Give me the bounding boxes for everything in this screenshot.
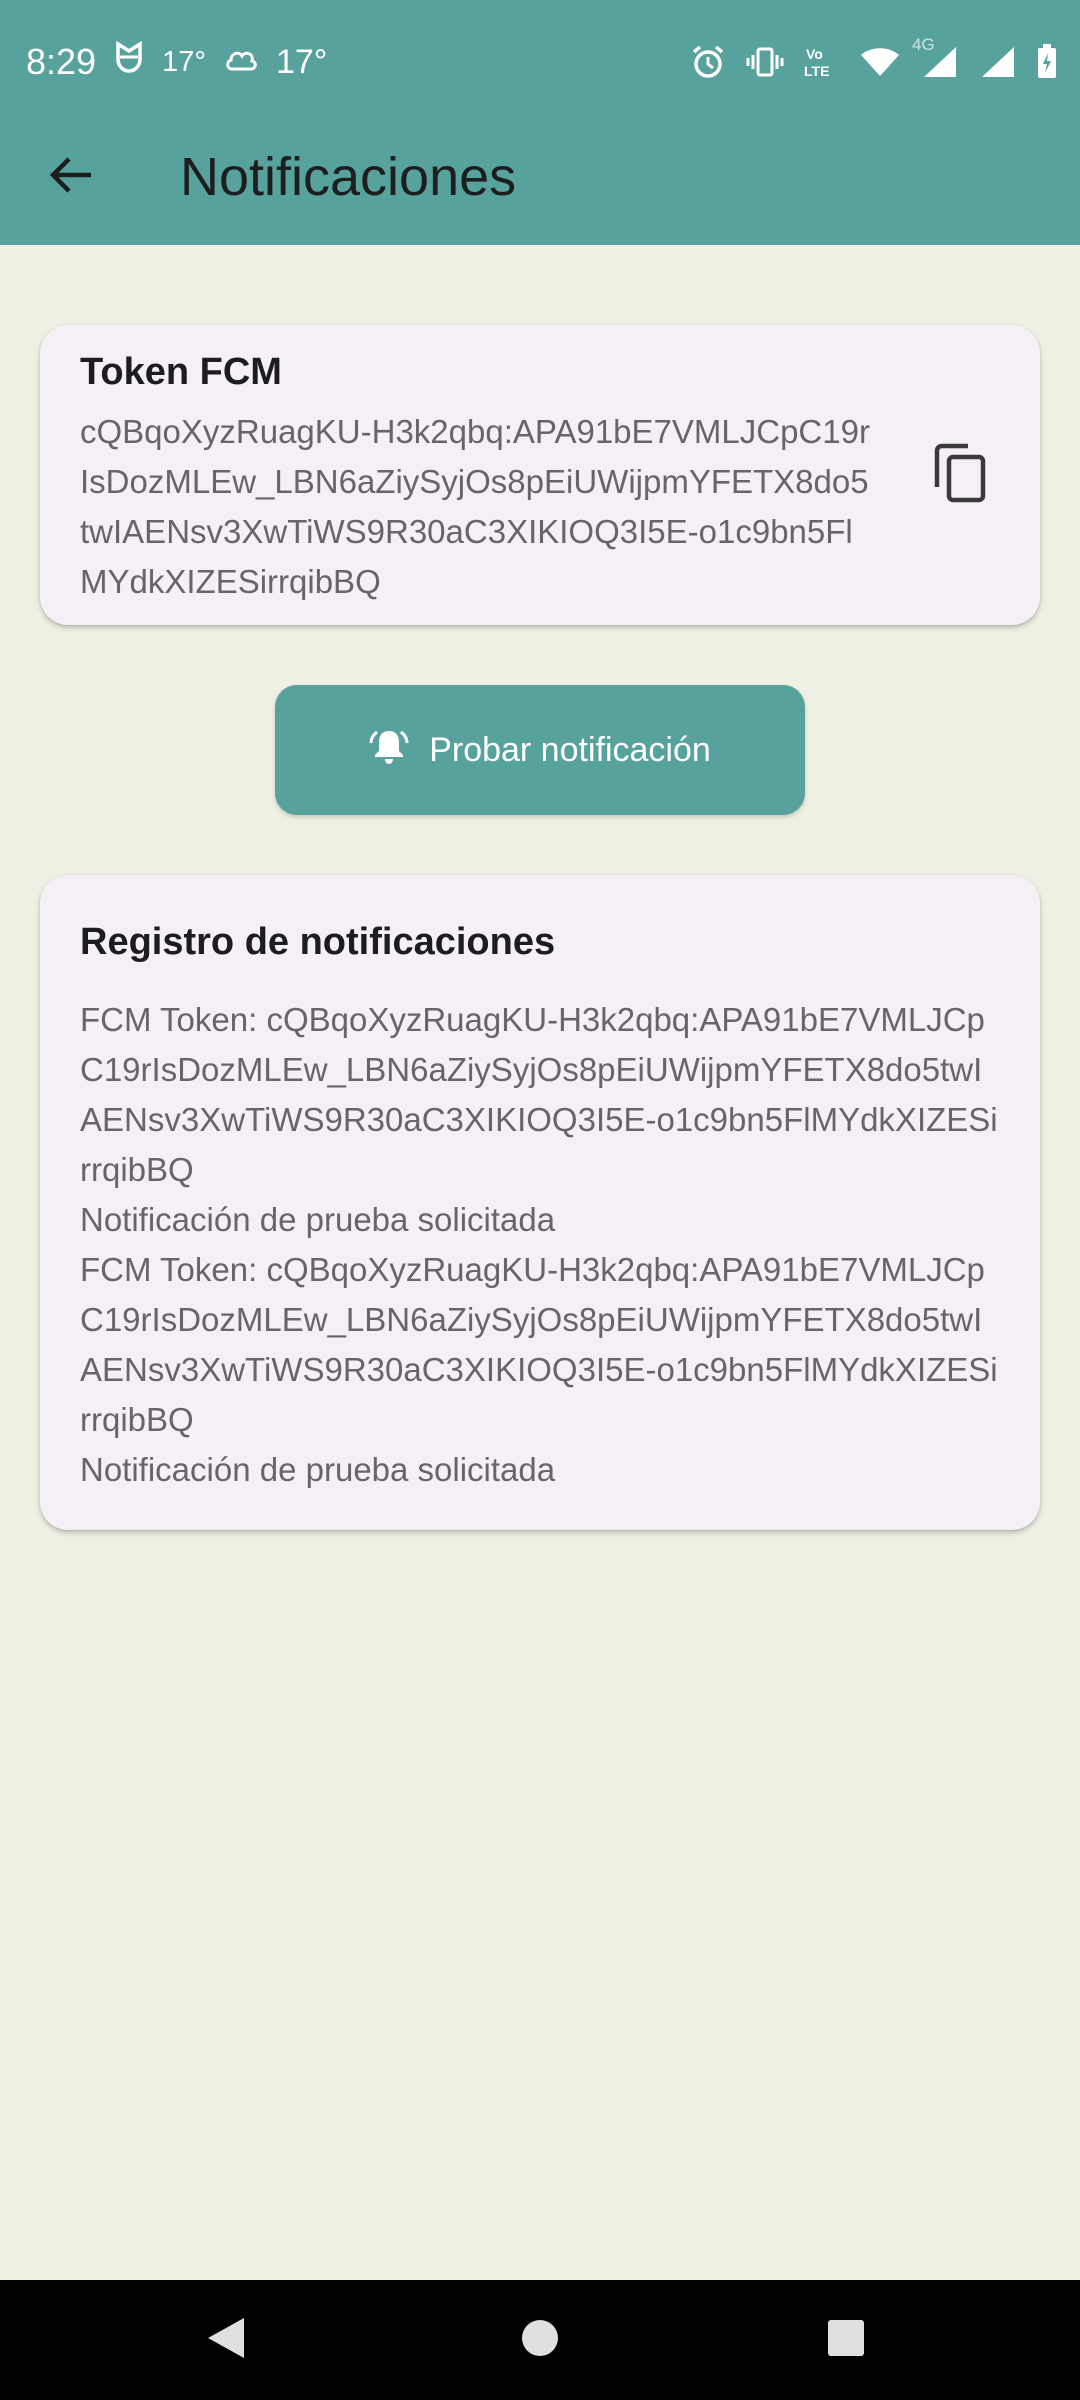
status-temperature-2: 17° <box>275 42 328 81</box>
log-entry: Notificación de prueba solicitada <box>80 1451 556 1488</box>
bell-ring-icon <box>369 726 409 775</box>
log-entry: Notificación de prueba solicitada <box>80 1201 556 1238</box>
test-notification-button[interactable]: Probar notificación <box>275 685 805 815</box>
cloud-icon <box>224 43 258 82</box>
svg-text:LTE: LTE <box>804 63 829 79</box>
nav-home-button[interactable] <box>510 2310 570 2370</box>
nav-back-icon <box>206 2316 246 2365</box>
wifi-icon <box>860 46 900 78</box>
nav-home-icon <box>520 2318 560 2363</box>
vibrate-icon <box>746 46 784 78</box>
system-nav-bar <box>0 2280 1080 2400</box>
nav-back-button[interactable] <box>196 2310 256 2370</box>
test-notification-label: Probar notificación <box>429 730 711 769</box>
page-title: Notificaciones <box>180 147 517 207</box>
nav-recents-icon <box>826 2318 866 2363</box>
battery-icon <box>1036 44 1058 80</box>
status-time: 8:29 <box>26 41 97 82</box>
status-temperature: 17° <box>162 45 206 78</box>
copy-icon <box>934 443 986 508</box>
alarm-icon <box>690 44 726 80</box>
network-type-label: 4G <box>912 35 935 54</box>
back-button[interactable] <box>38 144 104 210</box>
fcm-token-text: cQBqoXyzRuagKU-H3k2qbq:APA91bE7VMLJCpC19… <box>80 413 870 600</box>
log-list: FCM Token: cQBqoXyzRuagKU-H3k2qbq:APA91b… <box>80 995 1000 1495</box>
svg-text:Vo: Vo <box>806 46 823 62</box>
tulip-icon <box>114 40 144 84</box>
token-card-title: Token FCM <box>80 351 282 393</box>
log-card-title: Registro de notificaciones <box>80 921 556 963</box>
copy-button[interactable] <box>920 435 1000 515</box>
log-entry: FCM Token: cQBqoXyzRuagKU-H3k2qbq:APA91b… <box>80 1001 998 1188</box>
signal-icon-2 <box>978 45 1016 79</box>
signal-icon: 4G <box>912 35 958 79</box>
token-card: Token FCM cQBqoXyzRuagKU-H3k2qbq:APA91bE… <box>40 325 1040 625</box>
log-entry: FCM Token: cQBqoXyzRuagKU-H3k2qbq:APA91b… <box>80 1251 998 1438</box>
log-card: Registro de notificaciones FCM Token: cQ… <box>40 875 1040 1530</box>
status-bar: 8:29 17° 17° Vo LTE 4G <box>0 0 1080 120</box>
volte-icon: Vo LTE <box>804 45 840 79</box>
header: 8:29 17° 17° Vo LTE 4G Notificaciones <box>0 0 1080 245</box>
arrow-back-icon <box>49 155 93 200</box>
app-bar: Notificaciones <box>0 120 1080 245</box>
nav-recents-button[interactable] <box>816 2310 876 2370</box>
